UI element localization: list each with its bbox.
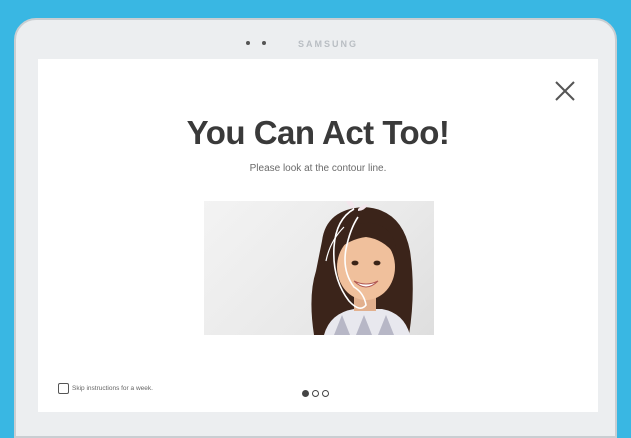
skip-checkbox[interactable] — [58, 383, 69, 394]
camera-dot — [262, 41, 266, 45]
page-dot-1[interactable] — [302, 390, 309, 397]
page-title: You Can Act Too! — [186, 114, 450, 151]
page-indicator — [302, 390, 329, 397]
sensor-dot — [246, 41, 250, 45]
page-dot-2[interactable] — [312, 390, 319, 397]
skip-label: Skip instructions for a week. — [72, 385, 153, 392]
instruction-text: Please look at the contour line. — [249, 163, 387, 174]
close-button[interactable] — [551, 77, 579, 105]
close-icon — [555, 81, 575, 101]
page-dot-3[interactable] — [322, 390, 329, 397]
skip-instructions-option[interactable]: Skip instructions for a week. — [58, 383, 153, 394]
tablet-top-bar: SAMSUNG — [16, 20, 615, 60]
brand-logo: SAMSUNG — [298, 39, 359, 49]
face-contour-photo — [204, 201, 434, 335]
